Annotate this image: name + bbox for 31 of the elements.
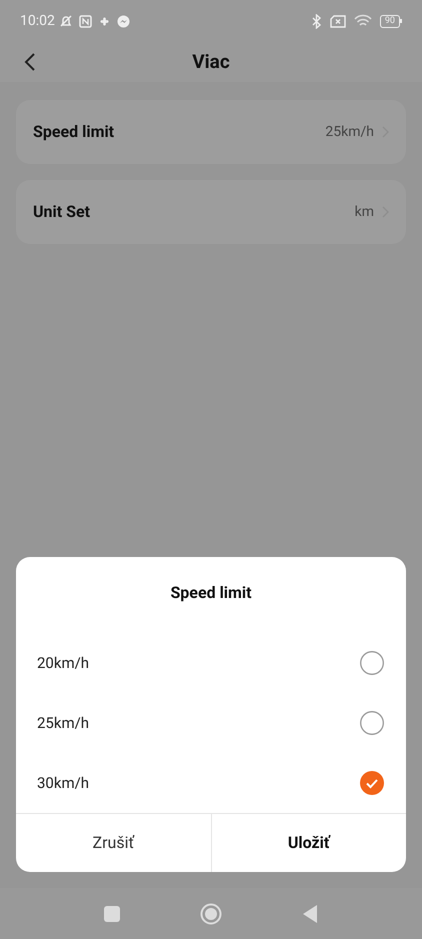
dialog-title: Speed limit xyxy=(169,582,253,604)
option-row[interactable]: 20km/h xyxy=(16,633,406,693)
home-button[interactable] xyxy=(200,902,222,924)
sim-off-icon xyxy=(330,14,346,28)
setting-value: 25km/h xyxy=(325,122,374,142)
wifi-icon xyxy=(354,14,372,28)
radio-icon[interactable] xyxy=(360,651,384,675)
setting-value: km xyxy=(354,202,374,222)
save-button[interactable]: Uložiť xyxy=(210,814,406,872)
back-button[interactable] xyxy=(302,904,318,924)
cancel-button[interactable]: Zrušiť xyxy=(16,814,210,872)
battery-icon: 90 xyxy=(380,14,402,28)
status-time: 10:02 xyxy=(20,12,55,30)
nfc-icon xyxy=(78,14,92,28)
messenger-icon xyxy=(116,14,130,28)
back-icon[interactable] xyxy=(24,53,36,71)
settings-row[interactable]: Speed limit 25km/h xyxy=(16,100,406,164)
settings-row[interactable]: Unit Set km xyxy=(16,180,406,244)
option-label: 20km/h xyxy=(37,652,90,674)
alarm-off-icon xyxy=(58,14,73,28)
recents-button[interactable] xyxy=(104,906,120,922)
option-row[interactable]: 30km/h xyxy=(16,753,406,813)
setting-label: Unit Set xyxy=(33,201,92,223)
setting-label: Speed limit xyxy=(33,121,116,143)
option-label: 30km/h xyxy=(37,772,90,794)
bluetooth-icon xyxy=(312,14,322,28)
radio-checked-icon[interactable] xyxy=(360,771,384,795)
radio-icon[interactable] xyxy=(360,711,384,735)
option-row[interactable]: 25km/h xyxy=(16,693,406,753)
page-title: Viac xyxy=(192,48,230,75)
option-label: 25km/h xyxy=(37,712,90,734)
